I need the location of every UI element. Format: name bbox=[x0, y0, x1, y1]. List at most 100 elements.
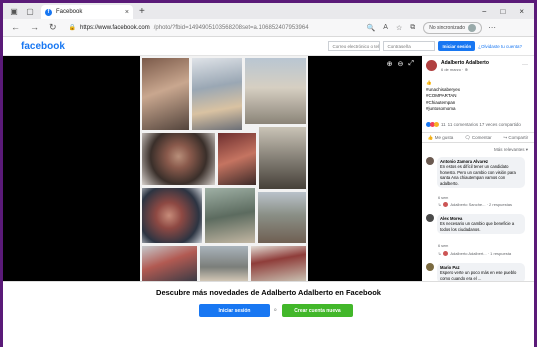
commenter-avatar[interactable] bbox=[426, 214, 434, 222]
sync-label: No sincronizado bbox=[429, 24, 466, 31]
maximize-button[interactable]: □ bbox=[500, 7, 505, 16]
header-login-button[interactable]: Iniciar sesión bbox=[438, 41, 476, 51]
facebook-logo[interactable]: facebook bbox=[21, 41, 65, 52]
comment: Alex Morea Es necesario un cambio que be… bbox=[426, 214, 525, 235]
facebook-header: facebook Correo electrónico o tel Contra… bbox=[3, 37, 534, 56]
create-account-button[interactable]: Crear cuenta nueva bbox=[282, 304, 353, 317]
post-options-icon[interactable]: ··· bbox=[522, 62, 528, 68]
comment-time[interactable]: 6 sem bbox=[438, 244, 448, 248]
fullscreen-icon[interactable]: ⤢ bbox=[408, 60, 414, 68]
comments-shares-count[interactable]: 11 comentarios 17 veces compartido bbox=[448, 122, 521, 127]
new-tab-button[interactable]: + bbox=[139, 6, 145, 17]
lock-icon: 🔒 bbox=[68, 25, 77, 31]
viewer-controls: ⊕ ⊖ ⤢ bbox=[387, 60, 414, 68]
collage-photo bbox=[142, 188, 202, 243]
window-controls: − □ × bbox=[482, 7, 524, 16]
forward-arrow-icon[interactable]: → bbox=[30, 22, 39, 33]
comment-bubble: Antonio Zamora Alvarez En estos es difíc… bbox=[437, 157, 525, 189]
signup-prompt-title: Descubre más novedades de Adalberto Adal… bbox=[156, 288, 381, 297]
login-button[interactable]: Iniciar sesión bbox=[199, 304, 270, 317]
hashtag[interactable]: #juntosomoma bbox=[426, 106, 460, 113]
profile-avatar bbox=[468, 23, 477, 32]
collage-photo bbox=[251, 246, 306, 281]
close-window-button[interactable]: × bbox=[519, 7, 524, 16]
share-button[interactable]: ↪ Compartir bbox=[503, 135, 528, 141]
post-author-block: Adalberto Adalberto 6 de marzo · ⊕ bbox=[426, 60, 489, 72]
profile-sync-button[interactable]: No sincronizado bbox=[423, 21, 483, 34]
read-aloud-icon[interactable]: A bbox=[383, 24, 388, 32]
tab-actions-icon[interactable]: ▣ bbox=[9, 6, 19, 16]
email-field[interactable]: Correo electrónico o tel bbox=[328, 41, 381, 51]
or-separator: o bbox=[274, 307, 277, 312]
password-field[interactable]: Contraseña bbox=[383, 41, 436, 51]
facebook-favicon-icon: f bbox=[45, 8, 52, 16]
comment-bubble: Mario Paz Espero verte un poco más en es… bbox=[437, 263, 525, 281]
comment-text: Espero verte un poco más en ese pueblo c… bbox=[440, 270, 517, 281]
hashtag[interactable]: #COMPARTAN bbox=[426, 93, 460, 100]
comment-button[interactable]: 🗨 Comentar bbox=[465, 135, 492, 141]
zoom-out-icon[interactable]: ⊖ bbox=[398, 60, 404, 68]
post-actions: 👍 Me gusta 🗨 Comentar ↪ Compartir bbox=[422, 132, 534, 143]
like-label: Me gusta bbox=[434, 134, 454, 140]
collage-photo bbox=[142, 133, 215, 185]
collage-photo bbox=[142, 246, 197, 281]
reply-arrow-icon: ↳ bbox=[438, 202, 442, 207]
signup-prompt: Descubre más novedades de Adalberto Adal… bbox=[3, 281, 534, 347]
collage-photo bbox=[142, 58, 189, 130]
forgot-account-link[interactable]: ¿Olvidaste tu cuenta? bbox=[478, 44, 522, 49]
url-path: /photo/?fbid=1494905103568208set=a.10685… bbox=[153, 24, 309, 31]
tabs-list-icon[interactable]: ▢ bbox=[25, 6, 35, 16]
tab-title: Facebook bbox=[56, 9, 83, 15]
collage-photo bbox=[245, 58, 306, 124]
address-bar-icons: 🔍 A ☆ ⧉ bbox=[367, 24, 416, 32]
collage-photo bbox=[218, 133, 256, 185]
post-side-panel: Adalberto Adalberto 6 de marzo · ⊕ ··· 👍… bbox=[422, 56, 534, 281]
comment-sort-dropdown[interactable]: Más relevantes ▾ bbox=[494, 147, 528, 153]
replier-avatar bbox=[443, 202, 449, 207]
url-field[interactable]: 🔒 https://www.facebook.com/photo/?fbid=1… bbox=[69, 22, 339, 34]
collage-photo bbox=[205, 188, 255, 243]
replies-link[interactable]: ↳ Adalberto Sanche... · 2 respuestas bbox=[438, 202, 512, 207]
author-name[interactable]: Adalberto Adalberto bbox=[441, 60, 489, 66]
post-date[interactable]: 6 de marzo · ⊕ bbox=[441, 67, 489, 72]
zoom-in-icon[interactable]: ⊕ bbox=[387, 60, 393, 68]
back-arrow-icon[interactable]: ← bbox=[11, 22, 20, 33]
photo-viewer[interactable]: ⊕ ⊖ ⤢ bbox=[3, 56, 422, 281]
minimize-button[interactable]: − bbox=[482, 7, 487, 16]
photo-collage bbox=[140, 56, 308, 281]
comment: Mario Paz Espero verte un poco más en es… bbox=[426, 263, 525, 281]
url-host: https://www.facebook.com bbox=[80, 24, 150, 31]
like-button[interactable]: 👍 Me gusta bbox=[428, 135, 453, 141]
comment-text: En estos es difícil tener un candidato h… bbox=[440, 164, 516, 186]
close-tab-icon[interactable]: × bbox=[125, 9, 129, 16]
favorite-star-icon[interactable]: ☆ bbox=[396, 24, 402, 32]
author-avatar[interactable] bbox=[426, 60, 437, 71]
reactions-count: 11 bbox=[441, 122, 446, 127]
care-reaction-icon bbox=[434, 122, 439, 127]
zoom-icon[interactable]: 🔍 bbox=[367, 24, 376, 32]
collections-icon[interactable]: ⧉ bbox=[410, 24, 415, 32]
collage-photo bbox=[259, 127, 306, 189]
comment-text: Es necesario un cambio que beneficie a t… bbox=[440, 221, 515, 232]
commenter-avatar[interactable] bbox=[426, 263, 434, 271]
reaction-summary[interactable]: 11 11 comentarios 17 veces compartido bbox=[426, 122, 532, 127]
refresh-icon[interactable]: ↻ bbox=[49, 22, 57, 33]
replies-text: Adalberto Sanche... · 2 respuestas bbox=[450, 202, 512, 207]
comment-label: Comentar bbox=[471, 134, 492, 140]
commenter-avatar[interactable] bbox=[426, 157, 434, 165]
post-text: 👍 #unachisaberyex #COMPARTAN #Chiautempa… bbox=[426, 80, 460, 113]
nav-buttons: ← → ↻ bbox=[11, 22, 57, 33]
address-bar: ← → ↻ 🔒 https://www.facebook.com/photo/?… bbox=[3, 19, 534, 37]
comment-time[interactable]: 6 sem bbox=[438, 196, 448, 200]
replier-avatar bbox=[443, 251, 449, 256]
comment-bubble: Alex Morea Es necesario un cambio que be… bbox=[437, 214, 525, 235]
share-label: Compartir bbox=[508, 134, 529, 140]
replies-link[interactable]: ↳ Adalberto Adalbert... · 1 respuesta bbox=[438, 251, 511, 256]
browser-tab-bar: ▣ ▢ f Facebook × + − □ × bbox=[3, 3, 534, 19]
collage-photo bbox=[192, 58, 242, 130]
more-options-icon[interactable]: ··· bbox=[488, 23, 496, 32]
collage-photo bbox=[258, 192, 306, 243]
comment: Antonio Zamora Alvarez En estos es difíc… bbox=[426, 157, 525, 189]
reply-arrow-icon: ↳ bbox=[438, 251, 442, 256]
browser-tab[interactable]: f Facebook × bbox=[41, 5, 133, 19]
